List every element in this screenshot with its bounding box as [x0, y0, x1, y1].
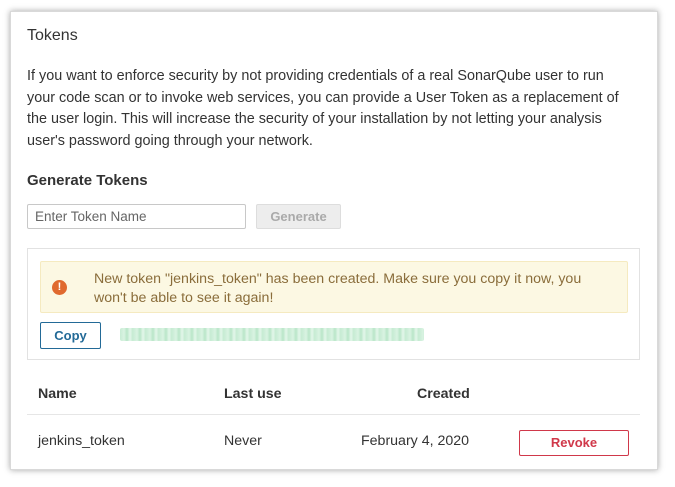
column-header-created: Created: [417, 386, 470, 402]
table-row: jenkins_token Never February 4, 2020 Rev…: [27, 414, 640, 470]
revoke-button[interactable]: Revoke: [519, 430, 629, 456]
tokens-description: If you want to enforce security by not p…: [27, 68, 619, 149]
token-last-use-cell: Never: [224, 433, 262, 449]
column-header-last-use: Last use: [224, 386, 282, 402]
token-name-cell: jenkins_token: [38, 433, 125, 449]
tokens-panel: Tokens If you want to enforce security b…: [10, 11, 658, 470]
column-header-name: Name: [38, 386, 77, 402]
table-header-row: Name Last use Created: [27, 373, 640, 415]
exclamation-circle-icon: !: [52, 280, 67, 295]
token-created-alert: ! New token "jenkins_token" has been cre…: [40, 261, 628, 313]
page-title: Tokens: [27, 27, 78, 44]
alert-message: New token "jenkins_token" has been creat…: [94, 271, 582, 306]
generate-tokens-heading: Generate Tokens: [27, 172, 148, 189]
generate-button[interactable]: Generate: [256, 204, 341, 229]
token-value[interactable]: obscured-token-value: [120, 328, 424, 341]
copy-button[interactable]: Copy: [40, 322, 101, 349]
token-name-input[interactable]: [27, 204, 246, 229]
new-token-box: ! New token "jenkins_token" has been cre…: [27, 248, 640, 360]
token-created-cell: February 4, 2020: [361, 433, 470, 449]
